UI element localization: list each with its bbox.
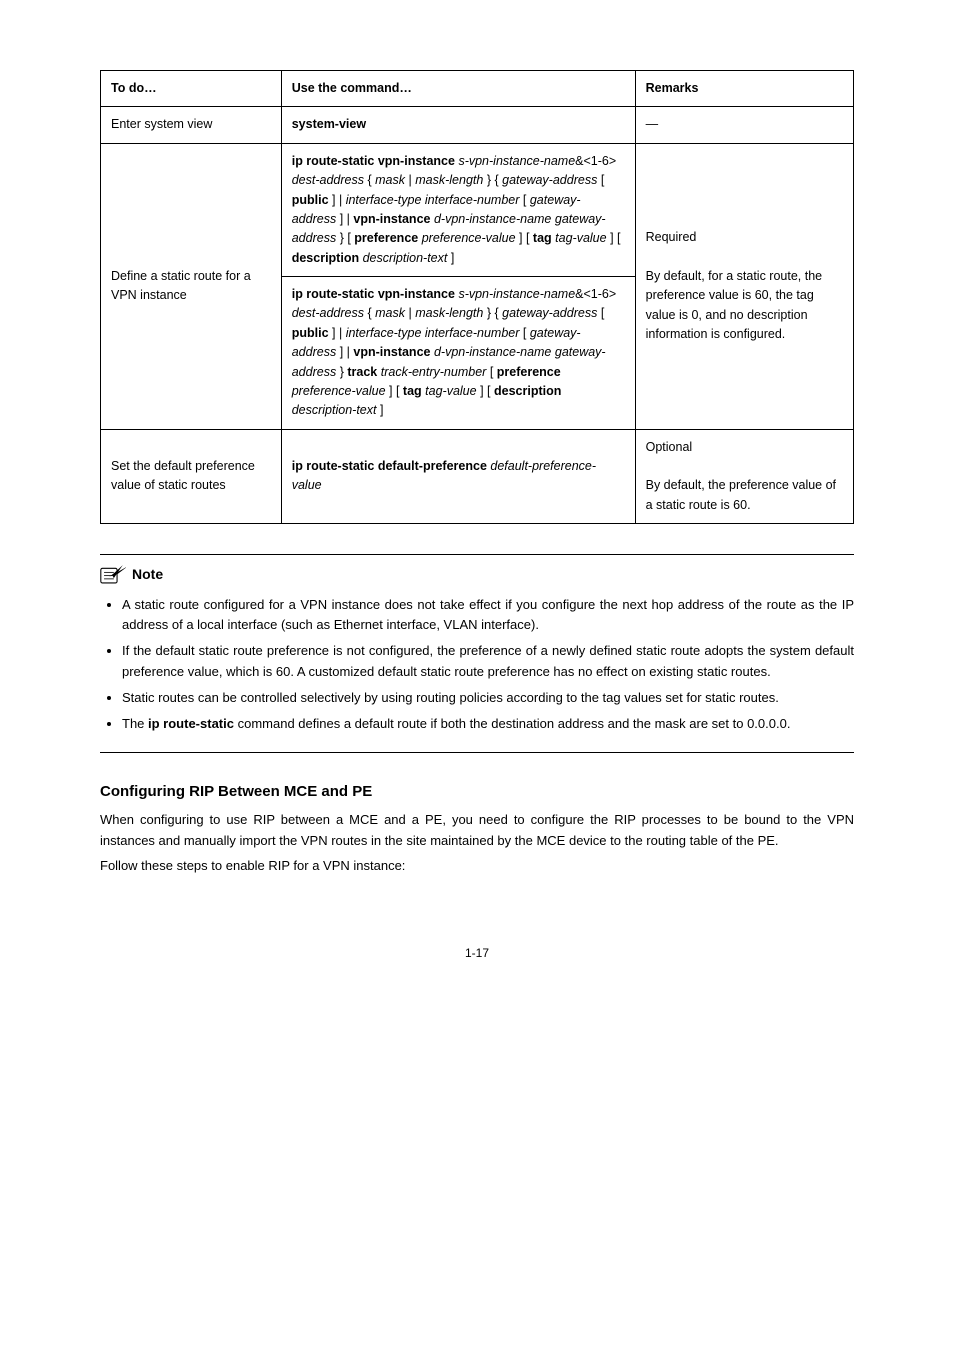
divider [100,752,854,753]
list-item: If the default static route preference i… [122,641,854,681]
note-list: A static route configured for a VPN inst… [100,595,854,734]
cell-todo: Define a static route for a VPN instance [101,143,282,429]
config-table: To do… Use the command… Remarks Enter sy… [100,70,854,524]
note-icon [100,563,126,585]
paragraph: Follow these steps to enable RIP for a V… [100,856,854,877]
table-row: Enter system view system-view — [101,107,854,143]
remarks-body: By default, the preference value of a st… [646,478,836,511]
cell-todo: Enter system view [101,107,282,143]
list-item: The ip route-static command defines a de… [122,714,854,734]
cell-command: system-view [281,107,635,143]
divider [100,554,854,555]
cmd-text: system-view [292,117,366,131]
cell-command: ip route-static vpn-instance s-vpn-insta… [281,143,635,276]
remarks-body: By default, for a static route, the pref… [646,269,822,341]
cell-remarks: Optional By default, the preference valu… [635,429,853,524]
page-number: 1-17 [100,946,854,960]
list-item: Static routes can be controlled selectiv… [122,688,854,708]
table-row: Define a static route for a VPN instance… [101,143,854,276]
th-todo: To do… [101,71,282,107]
section-title: Configuring RIP Between MCE and PE [100,783,854,800]
cell-remarks: Required By default, for a static route,… [635,143,853,429]
list-item: A static route configured for a VPN inst… [122,595,854,635]
th-remarks: Remarks [635,71,853,107]
table-row: Set the default preference value of stat… [101,429,854,524]
table-header-row: To do… Use the command… Remarks [101,71,854,107]
remarks-lead: Required [646,230,697,244]
cell-todo: Set the default preference value of stat… [101,429,282,524]
cell-remarks: — [635,107,853,143]
cell-command: ip route-static vpn-instance s-vpn-insta… [281,277,635,430]
paragraph: When configuring to use RIP between a MC… [100,810,854,852]
note-header: Note [100,563,854,585]
cell-command: ip route-static default-preference defau… [281,429,635,524]
note-label: Note [132,566,163,582]
remarks-lead: Optional [646,440,693,454]
th-command: Use the command… [281,71,635,107]
